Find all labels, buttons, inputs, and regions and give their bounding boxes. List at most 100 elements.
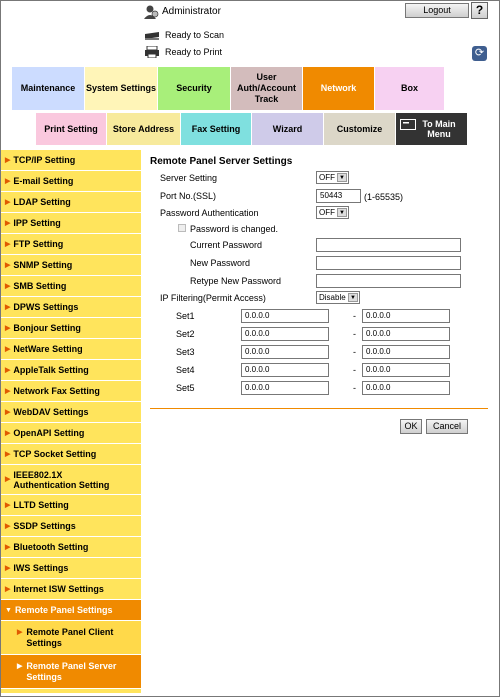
set5-from-input[interactable]: 0.0.0.0 [241, 381, 329, 395]
sidebar-item-appletalk[interactable]: ▶ AppleTalk Setting [1, 360, 141, 381]
sidebar-item-webdav[interactable]: ▶ WebDAV Settings [1, 402, 141, 423]
sidebar-item-netware[interactable]: ▶ NetWare Setting [1, 339, 141, 360]
server-setting-label: Server Setting [160, 173, 218, 183]
new-password-input[interactable] [316, 256, 461, 270]
sidebar-item-tcpip[interactable]: ▶ TCP/IP Setting [1, 150, 141, 171]
sidebar-item-bonjour[interactable]: ▶ Bonjour Setting [1, 318, 141, 339]
subtab-store-address[interactable]: Store Address [107, 113, 181, 145]
port-input[interactable]: 50443 [316, 189, 361, 203]
refresh-icon[interactable]: ⟳ [472, 46, 487, 61]
set4-label: Set4 [176, 365, 195, 375]
chevron-down-icon: ▼ [337, 173, 347, 182]
tab-system-settings[interactable]: System Settings [85, 67, 158, 110]
set1-to-input[interactable]: 0.0.0.0 [362, 309, 450, 323]
subtab-to-main-menu[interactable]: To Main Menu [396, 113, 468, 145]
set5-label: Set5 [176, 383, 195, 393]
range-separator: - [353, 311, 356, 321]
set5-to-input[interactable]: 0.0.0.0 [362, 381, 450, 395]
sidebar-item-snmp[interactable]: ▶ SNMP Setting [1, 255, 141, 276]
tab-user-auth[interactable]: User Auth/Account Track [231, 67, 303, 110]
sidebar-item-smb[interactable]: ▶ SMB Setting [1, 276, 141, 297]
port-label: Port No.(SSL) [160, 191, 217, 201]
range-separator: - [353, 383, 356, 393]
arrow-right-icon: ▶ [5, 304, 11, 311]
arrow-right-icon: ▶ [5, 199, 11, 206]
user-name: Administrator [162, 6, 221, 17]
subtab-print-setting[interactable]: Print Setting [36, 113, 107, 145]
sidebar-item-ftp[interactable]: ▶ FTP Setting [1, 234, 141, 255]
cancel-button[interactable]: Cancel [426, 419, 468, 434]
tab-maintenance[interactable]: Maintenance [12, 67, 85, 110]
tab-box[interactable]: Box [375, 67, 445, 110]
arrow-down-icon: ▼ [5, 606, 12, 614]
arrow-right-icon: ▶ [5, 586, 11, 593]
sidebar-item-email[interactable]: ▶ E-mail Setting [1, 171, 141, 192]
sidebar-item-tcp-socket[interactable]: ▶ TCP Socket Setting [1, 444, 141, 465]
set1-from-input[interactable]: 0.0.0.0 [241, 309, 329, 323]
arrow-right-icon: ▶ [5, 325, 11, 332]
subtab-fax-setting[interactable]: Fax Setting [181, 113, 252, 145]
arrow-right-icon: ▶ [5, 388, 11, 395]
sidebar-item-network-fax[interactable]: ▶ Network Fax Setting [1, 381, 141, 402]
sidebar-item-lltd[interactable]: ▶ LLTD Setting [1, 495, 141, 516]
sidebar-subitem-remote-panel-client[interactable]: ▶ Remote Panel Client Settings [1, 621, 141, 655]
subtab-customize[interactable]: Customize [324, 113, 396, 145]
sidebar-subitem-remote-panel-server[interactable]: ▶ Remote Panel Server Settings [1, 655, 141, 689]
retype-password-label: Retype New Password [190, 276, 282, 286]
set3-from-input[interactable]: 0.0.0.0 [241, 345, 329, 359]
port-range-hint: (1-65535) [364, 192, 404, 202]
help-button[interactable]: ? [471, 2, 488, 19]
ok-button[interactable]: OK [400, 419, 422, 434]
sidebar-item-bluetooth[interactable]: ▶ Bluetooth Setting [1, 537, 141, 558]
password-auth-select[interactable]: OFF ▼ [316, 206, 349, 219]
chevron-down-icon: ▼ [348, 293, 358, 302]
server-setting-select[interactable]: OFF ▼ [316, 171, 349, 184]
current-password-input[interactable] [316, 238, 461, 252]
sidebar: ▶ TCP/IP Setting ▶ E-mail Setting ▶ LDAP Se… [1, 150, 141, 693]
sidebar-item-remote-panel[interactable]: ▼ Remote Panel Settings [1, 600, 141, 621]
tab-network[interactable]: Network [303, 67, 375, 110]
arrow-right-icon: ▶ [5, 220, 11, 227]
new-password-label: New Password [190, 258, 251, 268]
printer-icon [145, 46, 159, 58]
set2-to-input[interactable]: 0.0.0.0 [362, 327, 450, 341]
sidebar-item-ieee8021x[interactable]: ▶ IEEE802.1X Authentication Setting [1, 465, 141, 495]
sidebar-item-internet-isw[interactable]: ▶ Internet ISW Settings [1, 579, 141, 600]
password-auth-label: Password Authentication [160, 208, 259, 218]
set2-from-input[interactable]: 0.0.0.0 [241, 327, 329, 341]
print-status-text: Ready to Print [165, 47, 223, 57]
set3-label: Set3 [176, 347, 195, 357]
arrow-right-icon: ▶ [5, 367, 11, 374]
subtab-wizard[interactable]: Wizard [252, 113, 324, 145]
password-changed-checkbox[interactable] [178, 224, 186, 232]
arrow-right-icon: ▶ [5, 502, 11, 509]
arrow-right-icon: ▶ [5, 283, 11, 290]
form-divider [150, 408, 488, 409]
tab-security[interactable]: Security [158, 67, 231, 110]
arrow-right-icon: ▶ [5, 409, 11, 416]
arrow-right-icon: ▶ [5, 475, 11, 483]
set4-from-input[interactable]: 0.0.0.0 [241, 363, 329, 377]
set4-to-input[interactable]: 0.0.0.0 [362, 363, 450, 377]
chevron-down-icon: ▼ [337, 208, 347, 217]
arrow-right-icon: ▶ [5, 565, 11, 572]
ip-filtering-label: IP Filtering(Permit Access) [160, 293, 266, 303]
retype-password-input[interactable] [316, 274, 461, 288]
logout-button[interactable]: Logout [405, 3, 469, 18]
ip-filtering-select[interactable]: Disable ▼ [316, 291, 360, 304]
to-main-menu-label: To Main Menu [422, 119, 456, 139]
set3-to-input[interactable]: 0.0.0.0 [362, 345, 450, 359]
sidebar-item-openapi[interactable]: ▶ OpenAPI Setting [1, 423, 141, 444]
sidebar-item-ldap[interactable]: ▶ LDAP Setting [1, 192, 141, 213]
sidebar-item-iws[interactable]: ▶ IWS Settings [1, 558, 141, 579]
sidebar-item-ipp[interactable]: ▶ IPP Setting [1, 213, 141, 234]
scan-status-text: Ready to Scan [165, 30, 225, 40]
sidebar-item-dpws[interactable]: ▶ DPWS Settings [1, 297, 141, 318]
set2-label: Set2 [176, 329, 195, 339]
scanner-icon [145, 32, 159, 40]
user-icon [144, 5, 159, 19]
arrow-right-icon: ▶ [5, 430, 11, 437]
arrow-right-icon: ▶ [5, 523, 11, 530]
range-separator: - [353, 347, 356, 357]
sidebar-item-ssdp[interactable]: ▶ SSDP Settings [1, 516, 141, 537]
